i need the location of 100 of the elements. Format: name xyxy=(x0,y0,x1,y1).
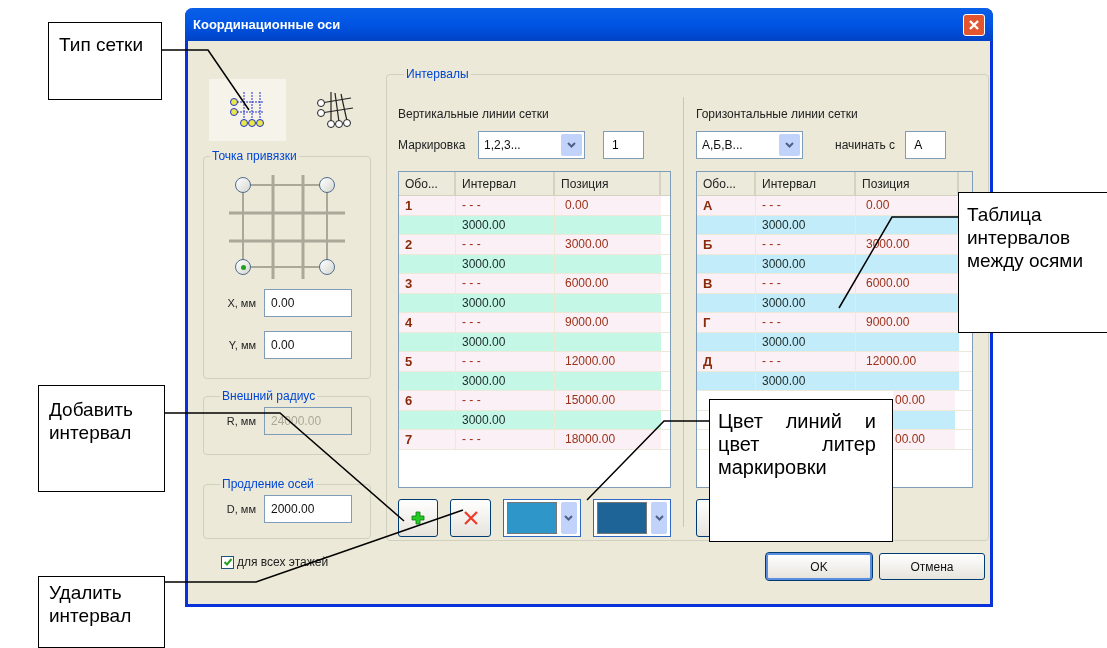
section-title: Вертикальные линии сетки xyxy=(398,106,550,123)
radio-button[interactable] xyxy=(319,259,335,275)
input-field[interactable]: 1 xyxy=(603,131,644,159)
delete-button[interactable] xyxy=(450,499,491,537)
group-title: Интервалы xyxy=(405,66,470,83)
table-cell: - - - xyxy=(462,238,481,251)
grid-type-option[interactable] xyxy=(209,79,286,141)
section-title: Горизонтальные линии сетки xyxy=(696,106,859,123)
window-title: Координационные оси xyxy=(193,15,341,34)
table-cell: - - - xyxy=(462,394,481,407)
callout-text: Удалить интервал xyxy=(49,582,132,626)
table-cell: 0.00 xyxy=(866,199,890,212)
group-title: Продление осей xyxy=(221,476,315,493)
field-label: Y, мм xyxy=(227,337,256,353)
table-row[interactable]: Д - - - 12000.00 xyxy=(697,352,959,371)
table-cell: - - - xyxy=(462,355,481,368)
table-cell: 3000.00 xyxy=(762,374,806,387)
axis-mark: Б xyxy=(703,237,713,251)
skewed-grid-icon xyxy=(314,90,355,130)
input-field[interactable]: 2000.00 xyxy=(264,495,352,523)
table-cell: 0.00 xyxy=(565,199,589,212)
axis-mark: Д xyxy=(703,354,713,368)
radio-button[interactable] xyxy=(235,259,251,275)
axis-mark: 3 xyxy=(405,276,413,290)
callout-text: Тип сетки xyxy=(59,34,143,55)
axis-mark: 5 xyxy=(405,354,413,368)
table-row[interactable]: 00.00 xyxy=(893,391,955,410)
axis-mark: 2 xyxy=(405,237,413,251)
table-cell: 3000.00 xyxy=(462,374,506,387)
axis-mark: 4 xyxy=(405,315,413,329)
table-cell: 3000.00 xyxy=(762,257,806,270)
table-row[interactable]: 4 - - - 9000.00 xyxy=(399,313,661,332)
table-cell: - - - xyxy=(762,355,781,368)
table-cell: 12000.00 xyxy=(565,355,616,368)
table-cell: 00.00 xyxy=(895,394,926,407)
table-cell: 3000.00 xyxy=(462,257,506,270)
table-row[interactable]: 7 - - - 18000.00 xyxy=(399,430,661,449)
table-cell: 3000.00 xyxy=(462,296,506,309)
input-field[interactable]: 0.00 xyxy=(264,289,352,317)
table-cell: - - - xyxy=(762,238,781,251)
axis-mark: 7 xyxy=(405,432,413,446)
radio-button[interactable] xyxy=(235,177,251,193)
table-row[interactable]: Г - - - 9000.00 xyxy=(697,313,959,332)
table-row[interactable]: 3 - - - 6000.00 xyxy=(399,274,661,293)
axis-mark: А xyxy=(703,198,713,212)
table-row[interactable]: А - - - 0.00 xyxy=(697,196,959,215)
table-cell: 3000.00 xyxy=(762,218,806,231)
axis-mark: Г xyxy=(703,315,711,329)
table-cell: 3000.00 xyxy=(565,238,609,251)
color-picker[interactable] xyxy=(592,499,671,537)
input-field[interactable]: 0.00 xyxy=(264,331,352,359)
table-row[interactable]: 6 - - - 15000.00 xyxy=(399,391,661,410)
dialog-button[interactable]: Отмена xyxy=(879,553,985,580)
table-row[interactable]: 5 - - - 12000.00 xyxy=(399,352,661,371)
field-label: Маркировка xyxy=(398,137,467,154)
dropdown[interactable]: 1,2,3... xyxy=(478,131,585,159)
dropdown[interactable]: А,Б,В... xyxy=(696,131,803,159)
callout-text: Добавить интервал xyxy=(49,399,133,443)
table-cell: 3000.00 xyxy=(462,218,506,231)
table-cell: 9000.00 xyxy=(866,316,910,329)
table-cell: 12000.00 xyxy=(866,355,917,368)
table-cell: 00.00 xyxy=(895,433,926,446)
field-label: начинать с xyxy=(835,137,896,154)
checkbox[interactable] xyxy=(221,555,234,569)
callout-text: Таблица интервалов между осями xyxy=(967,204,1084,271)
table-cell: 6000.00 xyxy=(866,277,910,290)
table-cell: - - - xyxy=(762,199,781,212)
group-title: Внешний радиус xyxy=(221,388,317,405)
close-button[interactable] xyxy=(963,13,985,36)
table-cell: - - - xyxy=(762,277,781,290)
callout-text: Цвет линий и цвет литер маркировки xyxy=(718,410,876,478)
table-cell: 3000.00 xyxy=(762,335,806,348)
color-picker[interactable] xyxy=(502,499,581,537)
table-cell: - - - xyxy=(462,277,481,290)
table-row[interactable]: 00.00 xyxy=(893,430,955,449)
plus-icon xyxy=(411,511,426,525)
input-field[interactable]: А xyxy=(905,131,947,159)
field-label: D, мм xyxy=(225,501,256,517)
table-cell: 3000.00 xyxy=(462,413,506,426)
axis-mark: 6 xyxy=(405,393,413,407)
add-button[interactable] xyxy=(398,499,439,537)
table-cell: 3000.00 xyxy=(762,296,806,309)
table-cell: - - - xyxy=(462,199,481,212)
table-cell: 18000.00 xyxy=(565,433,616,446)
table-row[interactable]: В - - - 6000.00 xyxy=(697,274,959,293)
axis-mark: В xyxy=(703,276,713,290)
table-row[interactable]: 2 - - - 3000.00 xyxy=(399,235,661,254)
table-row[interactable]: 1 - - - 0.00 xyxy=(399,196,661,215)
close-icon xyxy=(968,18,980,31)
radio-button[interactable] xyxy=(319,177,335,193)
table-cell: 9000.00 xyxy=(565,316,609,329)
field-label: R, мм xyxy=(225,413,256,429)
table-cell: 6000.00 xyxy=(565,277,609,290)
table-cell: - - - xyxy=(462,316,481,329)
table-cell: - - - xyxy=(762,316,781,329)
table-cell: - - - xyxy=(462,433,481,446)
dialog-button[interactable]: OK xyxy=(766,553,872,580)
field-label: X, мм xyxy=(226,295,256,311)
table-cell: 15000.00 xyxy=(565,394,616,407)
group-title: Точка привязки xyxy=(211,148,298,165)
